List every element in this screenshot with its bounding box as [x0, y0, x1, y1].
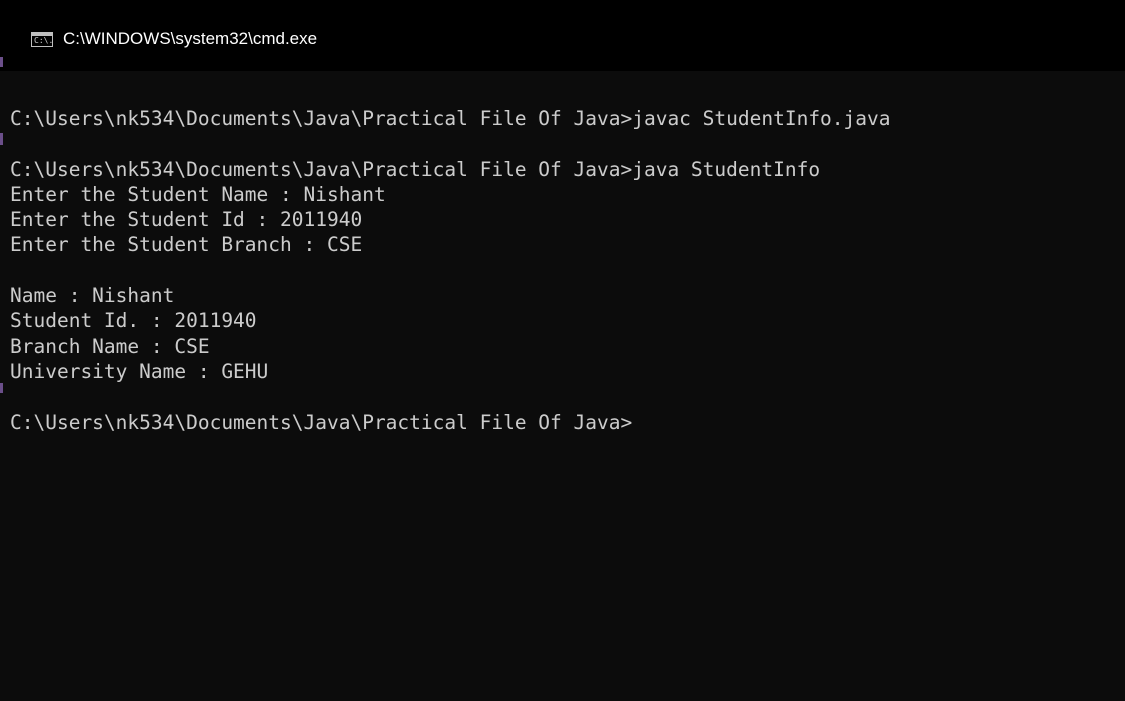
console-line: Name : Nishant [10, 284, 175, 308]
cmd-console-icon: C:\. [31, 32, 53, 47]
console-output-area[interactable]: C:\Users\nk534\Documents\Java\Practical … [0, 57, 1125, 701]
console-line: Enter the Student Branch : CSE [10, 233, 363, 257]
console-line: C:\Users\nk534\Documents\Java\Practical … [10, 107, 891, 130]
background-edge-mark [0, 133, 3, 145]
console-prompt-line[interactable]: C:\Users\nk534\Documents\Java\Practical … [10, 410, 891, 435]
cmd-window: C:\. C:\WINDOWS\system32\cmd.exe C:\User… [0, 0, 1125, 701]
console-line: Branch Name : CSE [10, 334, 210, 358]
console-line: Student Id. : 2011940 [10, 309, 257, 333]
console-line: University Name : GEHU [10, 359, 269, 383]
title-bar[interactable]: C:\. C:\WINDOWS\system32\cmd.exe [0, 0, 1125, 71]
background-edge-mark [0, 57, 3, 67]
console-line: Enter the Student Name : Nishant [10, 182, 386, 206]
background-edge-mark [0, 383, 3, 393]
console-line: Enter the Student Id : 2011940 [10, 208, 363, 232]
console-line: C:\Users\nk534\Documents\Java\Practical … [10, 157, 821, 181]
window-title: C:\WINDOWS\system32\cmd.exe [63, 29, 318, 48]
cmd-icon-glyph: C:\. [34, 36, 54, 45]
console-lines: C:\Users\nk534\Documents\Java\Practical … [10, 106, 891, 435]
